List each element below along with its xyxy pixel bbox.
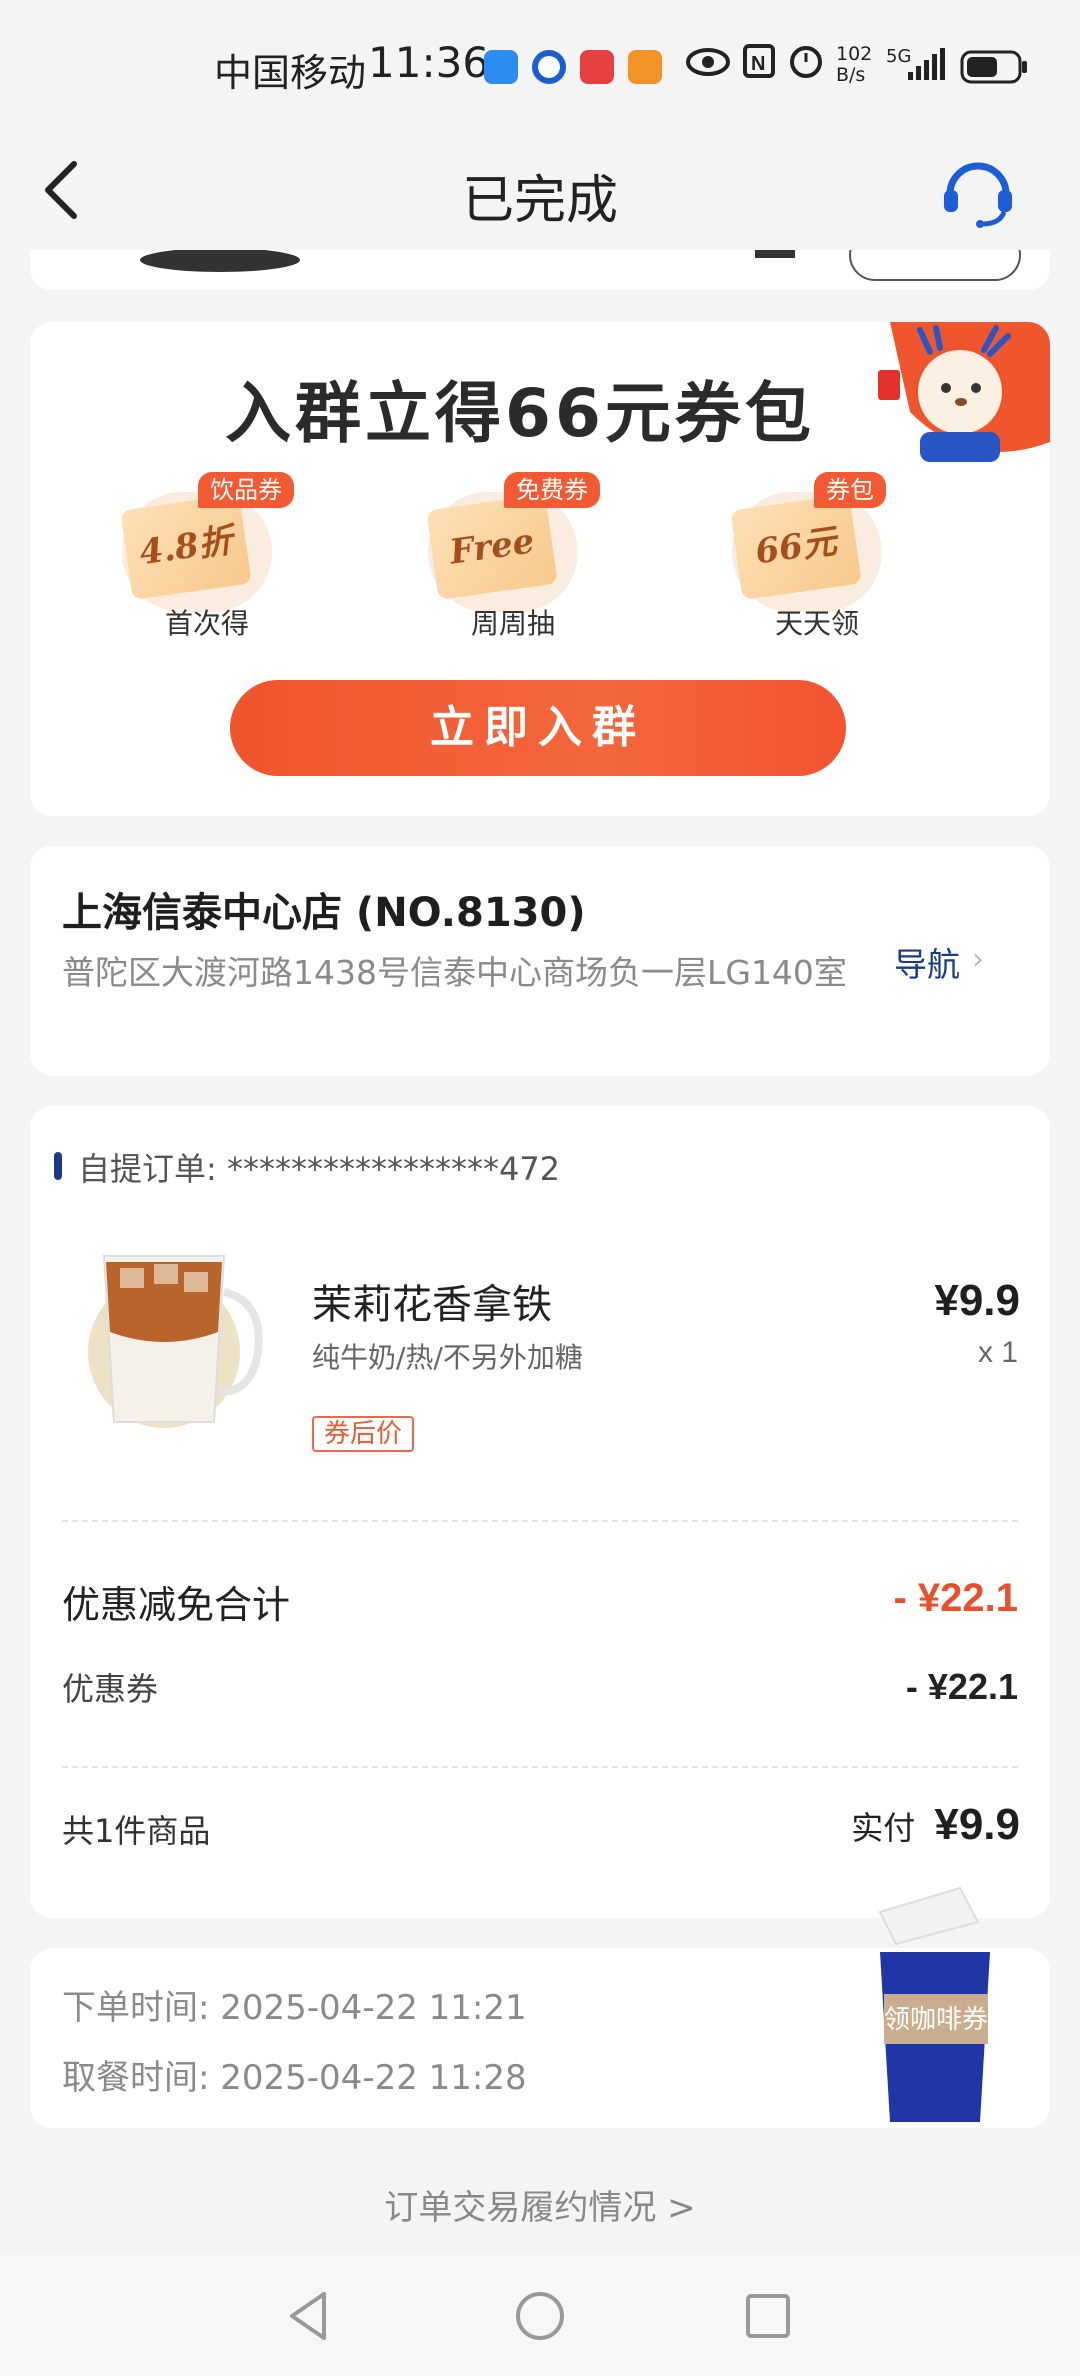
ticket-icon: 4.8折 [120, 494, 252, 600]
health-app-icon [628, 50, 662, 84]
signal-icon [908, 48, 945, 80]
benefit-label: 天天领 [774, 607, 859, 640]
page-title: 已完成 [461, 171, 618, 231]
order-card: 自提订单: *****************472 茉莉花香拿铁 纯牛奶/热/… [30, 1106, 1050, 1918]
customer-service-button[interactable] [940, 152, 1016, 228]
ticket-icon: Free [426, 494, 558, 600]
section-marker [54, 1152, 62, 1180]
payment-app-icon [532, 50, 566, 84]
nfc-icon: N [743, 44, 775, 78]
cup-label: 领咖啡券 [884, 2005, 988, 2035]
chevron-right-icon: › [972, 942, 984, 977]
discount-total-value: - ¥22.1 [893, 1576, 1018, 1620]
store-app-icon [580, 50, 614, 84]
clock: 11:36 [368, 38, 490, 87]
navigate-link[interactable]: 导航 [894, 938, 960, 986]
mascot-icon [878, 322, 1050, 462]
nav-recents-button[interactable] [738, 2286, 798, 2346]
message-app-icon [484, 50, 518, 84]
after-coupon-tag: 券后价 [312, 1416, 415, 1452]
latte-image [88, 1255, 263, 1428]
product-price: ¥9.9 [934, 1276, 1020, 1325]
partial-content [140, 250, 1021, 281]
product-name: 茉莉花香拿铁 [312, 1282, 552, 1328]
paid-value: ¥9.9 [934, 1800, 1020, 1849]
eye-icon [686, 48, 730, 76]
square-recents-icon [746, 2294, 790, 2338]
discount-total-label: 优惠减免合计 [62, 1583, 291, 1627]
product-spec: 纯牛奶/热/不另外加糖 [312, 1341, 583, 1374]
status-bar: 中国移动 11:36 N 102 B/s 5G [0, 0, 1080, 130]
alarm-icon [790, 46, 822, 78]
system-nav-bar [0, 2254, 1080, 2376]
fulfillment-link[interactable]: 订单交易履约情况 > [0, 2180, 1080, 2229]
order-id: 自提订单: *****************472 [78, 1150, 561, 1188]
circle-home-icon [516, 2292, 564, 2340]
svg-text:N: N [751, 53, 765, 75]
product-quantity: x 1 [977, 1336, 1018, 1369]
store-address: 普陀区大渡河路1438号信泰中心商场负一层LG140室 [62, 953, 847, 992]
pickup-time: 取餐时间: 2025-04-22 11:28 [62, 2058, 527, 2098]
paid-label: 实付 [851, 1809, 916, 1847]
coffee-coupon-cup[interactable]: 领咖啡券 [860, 1882, 1010, 2132]
benefit-tag: 券包 [814, 472, 886, 508]
benefit-tag: 饮品券 [198, 472, 294, 508]
benefit-daily: 66元 券包 天天领 [730, 472, 932, 642]
coupon-label: 优惠券 [62, 1670, 159, 1708]
benefit-label: 周周抽 [470, 607, 555, 640]
benefit-label: 首次得 [164, 607, 249, 640]
net-speed: 102 B/s [836, 43, 873, 86]
previous-card-partial [30, 250, 1050, 290]
benefit-tag: 免费券 [504, 472, 600, 508]
ticket-icon: 66元 [730, 494, 862, 600]
divider [62, 1766, 1018, 1768]
store-card: 上海信泰中心店 (NO.8130) 普陀区大渡河路1438号信泰中心商场负一层L… [30, 846, 1050, 1076]
paid-amount: 实付 ¥9.9 [851, 1800, 1020, 1850]
benefit-weekly-draw: Free 免费券 周周抽 [426, 472, 628, 642]
nav-home-button[interactable] [510, 2286, 570, 2346]
triangle-back-icon [290, 2292, 326, 2340]
order-time: 下单时间: 2025-04-22 11:21 [62, 1988, 527, 2028]
carrier-label: 中国移动 [214, 51, 367, 95]
coupon-value: - ¥22.1 [905, 1666, 1018, 1707]
join-group-button[interactable]: 立即入群 [230, 680, 846, 776]
item-count: 共1件商品 [62, 1812, 211, 1850]
nav-back-button[interactable] [280, 2286, 340, 2346]
benefit-first-drink: 4.8折 饮品券 首次得 [120, 472, 322, 642]
store-name: 上海信泰中心店 (NO.8130) [62, 890, 586, 936]
headset-icon [944, 162, 1012, 228]
divider [62, 1520, 1018, 1522]
battery-icon [960, 50, 1027, 84]
app-header: 已完成 [0, 130, 1080, 250]
group-promo-card: 入群立得66元券包 4.8折 饮品券 首次得 Free 免费券 周周抽 66元 … [30, 322, 1050, 816]
